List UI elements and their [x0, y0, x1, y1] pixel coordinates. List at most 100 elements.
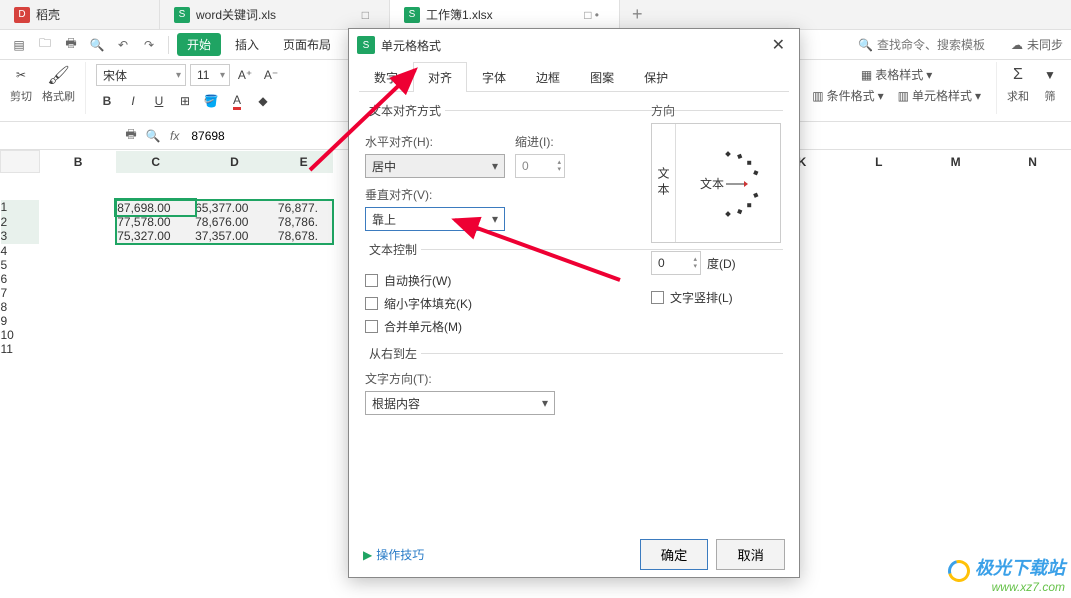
tab-dao-ke[interactable]: D 稻壳: [0, 0, 160, 29]
rtl-fieldset: 从右到左 文字方向(T): 根据内容: [365, 345, 783, 415]
fx-print-icon[interactable]: 🖶: [120, 125, 142, 146]
open-icon[interactable]: 🗀: [34, 34, 56, 56]
sum-icon[interactable]: Σ: [1007, 64, 1029, 86]
cell[interactable]: 87,698.00: [116, 200, 195, 215]
row-header[interactable]: 8: [1, 300, 40, 314]
row-header[interactable]: 3: [1, 229, 40, 244]
font-group: 宋体 11 A⁺ A⁻ B I U ⊞ 🪣 A ◆: [94, 62, 284, 121]
bold-icon[interactable]: B: [96, 90, 118, 112]
fill-color-icon[interactable]: 🪣: [200, 90, 222, 112]
filter-label: 筛: [1045, 88, 1056, 104]
dialog-body: 文本对齐方式 水平对齐(H): 居中 缩进(I): 0 垂直对齐(V): 靠上 …: [349, 92, 799, 531]
tab-align[interactable]: 对齐: [413, 62, 467, 92]
cell[interactable]: 65,377.00: [195, 200, 274, 215]
cell-style-button[interactable]: ▥单元格样式 ▾: [893, 85, 986, 106]
cut-icon[interactable]: ✂: [10, 64, 32, 86]
italic-icon[interactable]: I: [122, 90, 144, 112]
row-header[interactable]: 11: [1, 342, 40, 356]
cell[interactable]: 76,877.: [274, 200, 333, 215]
separator: [996, 62, 997, 114]
clipboard-group: ✂ 剪切: [8, 62, 34, 121]
close-icon[interactable]: ✕: [766, 33, 791, 57]
redo-icon[interactable]: ↷: [138, 34, 160, 56]
menu-start[interactable]: 开始: [177, 33, 221, 56]
vertical-text-button[interactable]: 文本: [652, 124, 676, 242]
decrease-font-icon[interactable]: A⁻: [260, 64, 282, 86]
tab-protect[interactable]: 保护: [629, 62, 683, 92]
search-input[interactable]: [877, 38, 997, 52]
row-header[interactable]: [1, 173, 40, 200]
highlight-icon[interactable]: ◆: [252, 90, 274, 112]
tips-link[interactable]: ▶ 操作技巧: [363, 546, 424, 563]
new-tab-button[interactable]: +: [620, 0, 655, 29]
watermark-text: 极光下载站: [975, 558, 1065, 578]
underline-icon[interactable]: U: [148, 90, 170, 112]
sheet-icon: S: [404, 7, 420, 23]
menu-insert[interactable]: 插入: [225, 33, 269, 56]
merge-checkbox[interactable]: 合并单元格(M): [365, 318, 783, 335]
dialog-titlebar[interactable]: S 单元格格式 ✕: [349, 29, 799, 61]
sync-status[interactable]: ☁ 未同步: [1011, 36, 1063, 53]
cell[interactable]: 75,327.00: [116, 229, 195, 244]
format-painter-icon[interactable]: 🖌: [44, 64, 73, 86]
h-align-select[interactable]: 居中: [365, 154, 505, 178]
col-header[interactable]: D: [195, 151, 274, 173]
select-all-corner[interactable]: [1, 151, 40, 173]
col-header[interactable]: M: [917, 151, 994, 173]
font-name-select[interactable]: 宋体: [96, 64, 186, 86]
vertical-text-checkbox[interactable]: 文字竖排(L): [651, 289, 781, 306]
menu-page-layout[interactable]: 页面布局: [273, 33, 341, 56]
preview-icon[interactable]: 🔍: [86, 34, 108, 56]
undo-icon[interactable]: ↶: [112, 34, 134, 56]
row-header[interactable]: 1: [1, 200, 40, 215]
row-header[interactable]: 10: [1, 328, 40, 342]
col-header[interactable]: N: [994, 151, 1071, 173]
cancel-button[interactable]: 取消: [716, 539, 785, 570]
tab-pattern[interactable]: 图案: [575, 62, 629, 92]
indent-spinner[interactable]: 0: [515, 154, 565, 178]
angle-spinner[interactable]: 0: [651, 251, 701, 275]
print-icon[interactable]: 🖶: [60, 34, 82, 56]
orientation-pointer-icon: [744, 181, 748, 187]
conditional-format-button[interactable]: ▥条件格式 ▾: [807, 85, 888, 106]
tab-border[interactable]: 边框: [521, 62, 575, 92]
cell[interactable]: 77,578.00: [116, 215, 195, 229]
tab-word-keywords[interactable]: S word关键词.xls □: [160, 0, 390, 29]
command-search[interactable]: 🔍: [858, 38, 997, 52]
row-header[interactable]: 5: [1, 258, 40, 272]
increase-font-icon[interactable]: A⁺: [234, 64, 256, 86]
col-header[interactable]: B: [39, 151, 116, 173]
tab-workbook1[interactable]: S 工作簿1.xlsx □ •: [390, 0, 620, 29]
row-header[interactable]: 7: [1, 286, 40, 300]
cell[interactable]: 37,357.00: [195, 229, 274, 244]
font-color-icon[interactable]: A: [226, 90, 248, 112]
orientation-text-label: 文本: [700, 176, 724, 191]
v-align-select[interactable]: 靠上: [365, 207, 505, 231]
tab-number[interactable]: 数字: [359, 62, 413, 92]
col-header[interactable]: E: [274, 151, 333, 173]
row-header[interactable]: 2: [1, 215, 40, 229]
orientation-preview[interactable]: 文本 文本: [651, 123, 781, 243]
col-header[interactable]: L: [840, 151, 917, 173]
row-header[interactable]: 4: [1, 244, 40, 258]
cell-style-icon: ▥: [898, 89, 909, 103]
row-header[interactable]: 9: [1, 314, 40, 328]
col-header[interactable]: C: [116, 151, 195, 173]
watermark-url: www.xz7.com: [948, 580, 1065, 594]
cell[interactable]: 78,678.: [274, 229, 333, 244]
ok-button[interactable]: 确定: [640, 539, 709, 570]
tab-title: 稻壳: [36, 6, 145, 23]
tab-font[interactable]: 字体: [467, 62, 521, 92]
tab-status-icon: □ •: [584, 8, 605, 22]
font-size-select[interactable]: 11: [190, 64, 230, 86]
text-direction-select[interactable]: 根据内容: [365, 391, 555, 415]
row-header[interactable]: 6: [1, 272, 40, 286]
filter-icon[interactable]: ▼: [1039, 64, 1061, 86]
save-icon[interactable]: ▤: [8, 34, 30, 56]
cell[interactable]: 78,786.: [274, 215, 333, 229]
checkbox-icon: [651, 291, 664, 304]
border-icon[interactable]: ⊞: [174, 90, 196, 112]
table-style-button[interactable]: ▦表格样式 ▾: [856, 64, 937, 85]
fx-search-icon[interactable]: 🔍: [142, 129, 164, 143]
cell[interactable]: 78,676.00: [195, 215, 274, 229]
